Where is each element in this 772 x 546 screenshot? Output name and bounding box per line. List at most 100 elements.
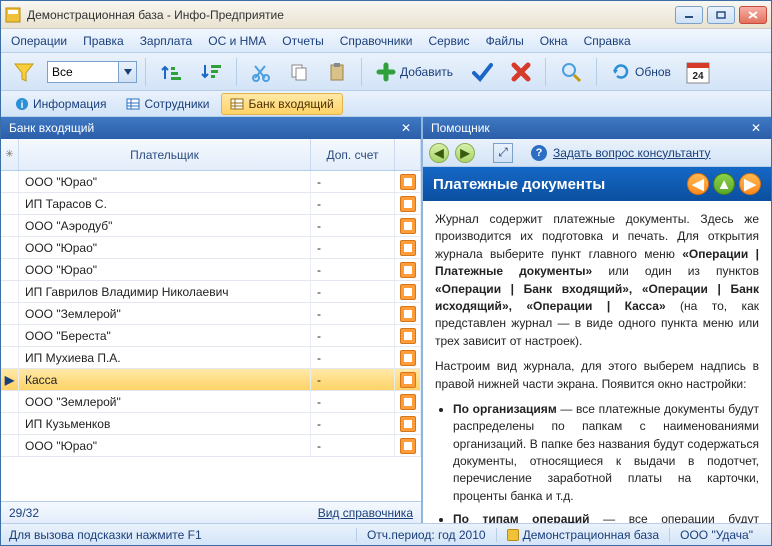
maximize-button[interactable] — [707, 6, 735, 24]
row-edit-button[interactable] — [400, 438, 416, 454]
row-edit-button[interactable] — [400, 240, 416, 256]
row-marker — [1, 391, 19, 412]
help-expand-button[interactable]: ⤢ — [493, 143, 513, 163]
menu-reports[interactable]: Отчеты — [282, 34, 323, 48]
cell-payer: Касса — [19, 369, 311, 390]
row-edit-button[interactable] — [400, 350, 416, 366]
menu-operations[interactable]: Операции — [11, 34, 67, 48]
ref-view-link[interactable]: Вид справочника — [318, 506, 413, 520]
funnel-icon — [13, 61, 35, 83]
checkmark-icon — [471, 61, 493, 83]
col-marker[interactable]: ✳ — [1, 139, 19, 170]
sort-asc-icon — [160, 61, 182, 83]
row-edit-button[interactable] — [400, 306, 416, 322]
cut-button[interactable] — [245, 60, 277, 84]
row-edit-button[interactable] — [400, 284, 416, 300]
paste-button[interactable] — [321, 60, 353, 84]
table-row[interactable]: ООО "Аэродуб"- — [1, 215, 421, 237]
status-hint: Для вызова подсказки нажмите F1 — [9, 528, 356, 542]
row-edit-button[interactable] — [400, 174, 416, 190]
tab-employees-label: Сотрудники — [144, 97, 209, 111]
filter-combo-input[interactable] — [48, 65, 118, 79]
row-edit-button[interactable] — [400, 218, 416, 234]
row-edit-button[interactable] — [400, 262, 416, 278]
help-back-button[interactable]: ◀ — [429, 143, 449, 163]
table-row[interactable]: ▶Касса- — [1, 369, 421, 391]
table-row[interactable]: ИП Гаврилов Владимир Николаевич- — [1, 281, 421, 303]
menu-salary[interactable]: Зарплата — [140, 34, 193, 48]
menu-windows[interactable]: Окна — [540, 34, 568, 48]
cell-acct: - — [311, 325, 395, 346]
help-toolbar: ◀ ▶ ⤢ ? Задать вопрос консультанту — [423, 139, 771, 167]
table-row[interactable]: ООО "Береста"- — [1, 325, 421, 347]
col-payer[interactable]: Плательщик — [19, 139, 311, 170]
sort-desc-button[interactable] — [194, 59, 228, 85]
table-row[interactable]: ИП Тарасов С.- — [1, 193, 421, 215]
right-pane-close-icon[interactable]: ✕ — [749, 121, 763, 135]
row-edit-button[interactable] — [400, 328, 416, 344]
ask-consultant-link[interactable]: Задать вопрос консультанту — [553, 146, 711, 160]
table-row[interactable]: ИП Мухиева П.А.- — [1, 347, 421, 369]
close-button[interactable] — [739, 6, 767, 24]
tab-info[interactable]: i Информация — [7, 94, 114, 114]
table-row[interactable]: ООО "Землерой"- — [1, 391, 421, 413]
refresh-button[interactable]: Обнов — [605, 60, 677, 84]
filter-combo[interactable] — [47, 61, 137, 83]
help-up-button[interactable]: ▲ — [713, 173, 735, 195]
clipboard-icon — [327, 62, 347, 82]
col-acct[interactable]: Доп. счет — [311, 139, 395, 170]
tab-employees[interactable]: Сотрудники — [118, 94, 217, 114]
row-counter: 29/32 — [9, 506, 39, 520]
grid-body[interactable]: ООО "Юрао"-ИП Тарасов С.-ООО "Аэродуб"-О… — [1, 171, 421, 501]
cell-edit — [395, 281, 421, 302]
cell-edit — [395, 413, 421, 434]
tab-bank-incoming[interactable]: Банк входящий — [221, 93, 342, 115]
table-row[interactable]: ООО "Землерой"- — [1, 303, 421, 325]
menu-files[interactable]: Файлы — [486, 34, 524, 48]
table-row[interactable]: ООО "Юрао"- — [1, 171, 421, 193]
statusbar: Для вызова подсказки нажмите F1 Отч.пери… — [1, 523, 771, 545]
refresh-icon — [611, 62, 631, 82]
filter-funnel-button[interactable] — [7, 59, 41, 85]
row-edit-button[interactable] — [400, 394, 416, 410]
cell-payer: ООО "Юрао" — [19, 237, 311, 258]
menu-edit[interactable]: Правка — [83, 34, 124, 48]
menu-service[interactable]: Сервис — [428, 34, 469, 48]
cell-acct: - — [311, 347, 395, 368]
sort-asc-button[interactable] — [154, 59, 188, 85]
help-body[interactable]: Журнал содержит платежные документы. Зде… — [423, 201, 771, 523]
table-row[interactable]: ООО "Юрао"- — [1, 237, 421, 259]
table-row[interactable]: ООО "Юрао"- — [1, 259, 421, 281]
menu-refs[interactable]: Справочники — [340, 34, 413, 48]
row-edit-button[interactable] — [400, 196, 416, 212]
help-doc-header: Платежные документы ◀ ▲ ▶ — [423, 167, 771, 201]
cell-acct: - — [311, 237, 395, 258]
menu-assets[interactable]: ОС и НМА — [208, 34, 266, 48]
cell-acct: - — [311, 413, 395, 434]
calendar-button[interactable]: 24 — [683, 59, 713, 85]
table-row[interactable]: ООО "Юрао"- — [1, 435, 421, 457]
delete-button[interactable] — [505, 60, 537, 84]
row-edit-button[interactable] — [400, 372, 416, 388]
menu-help[interactable]: Справка — [584, 34, 631, 48]
svg-text:24: 24 — [692, 71, 704, 82]
help-prev-button[interactable]: ◀ — [687, 173, 709, 195]
add-button[interactable]: Добавить — [370, 60, 459, 84]
copy-button[interactable] — [283, 60, 315, 84]
left-pane-close-icon[interactable]: ✕ — [399, 121, 413, 135]
chevron-down-icon[interactable] — [118, 62, 136, 82]
svg-text:i: i — [21, 100, 24, 111]
search-button[interactable] — [554, 59, 588, 85]
cell-acct: - — [311, 391, 395, 412]
apply-button[interactable] — [465, 59, 499, 85]
cell-acct: - — [311, 303, 395, 324]
help-next-button[interactable]: ▶ — [739, 173, 761, 195]
help-forward-button[interactable]: ▶ — [455, 143, 475, 163]
minimize-button[interactable] — [675, 6, 703, 24]
copy-icon — [289, 62, 309, 82]
table-row[interactable]: ИП Кузьменков- — [1, 413, 421, 435]
cell-edit — [395, 369, 421, 390]
window-title: Демонстрационная база - Инфо-Предприятие — [27, 8, 675, 22]
row-edit-button[interactable] — [400, 416, 416, 432]
x-icon — [511, 62, 531, 82]
